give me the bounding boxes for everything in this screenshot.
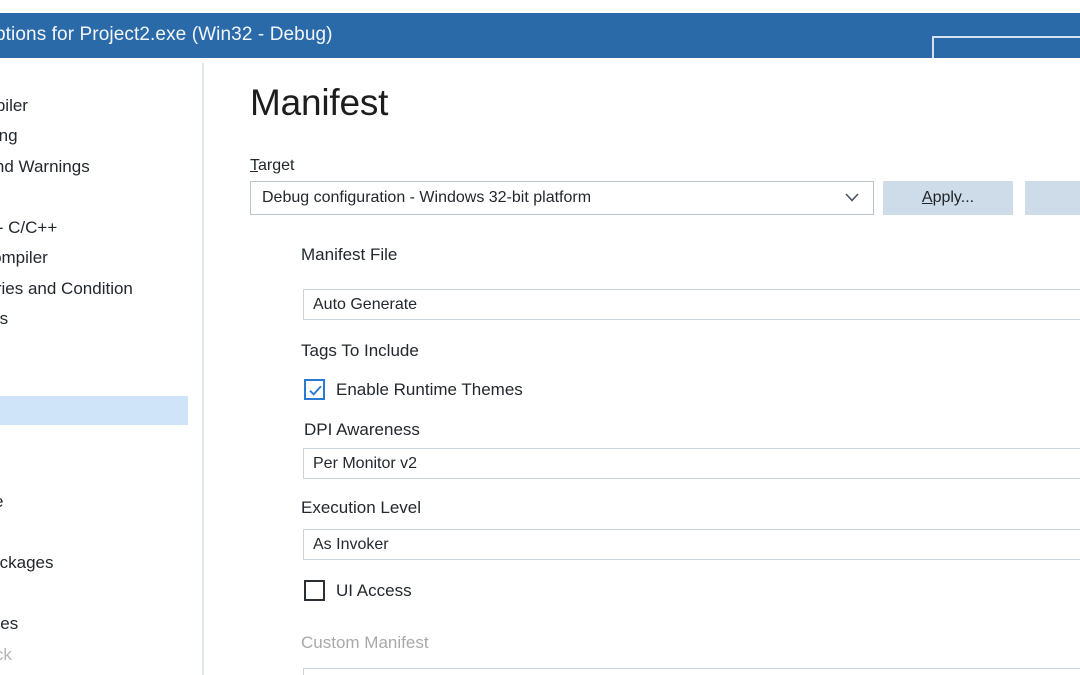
- sidebar-item-3[interactable]: Hints and Warnings: [0, 152, 188, 181]
- sidebar-item-1[interactable]: hi Compiler: [0, 91, 188, 120]
- sidebar-item-label: d Events: [0, 309, 9, 328]
- checkbox-unchecked-icon[interactable]: [304, 580, 325, 601]
- target-label-accel: T: [250, 157, 258, 174]
- window-title: ptions for Project2.exe (Win32 - Debug): [0, 24, 333, 45]
- custom-manifest-group-head: Custom Manifest: [301, 632, 1080, 654]
- target-label-post: arget: [258, 157, 295, 174]
- sidebar-item-8[interactable]: d Events: [0, 304, 188, 333]
- sidebar-item-label: Output - C/C++: [0, 218, 58, 237]
- manifest-file-input[interactable]: Auto Generate: [303, 289, 1080, 320]
- sidebar-item-0[interactable]: g: [0, 61, 188, 90]
- project-options-window: ptions for Project2.exe (Win32 - Debug) …: [0, 0, 1080, 675]
- execution-level-input[interactable]: As Invoker: [303, 529, 1080, 560]
- sidebar-item-6[interactable]: urce Compiler: [0, 243, 188, 272]
- title-bar: ptions for Project2.exe (Win32 - Debug): [0, 13, 1080, 58]
- ui-access-label: UI Access: [336, 581, 412, 600]
- sidebar-item-12[interactable]: s: [0, 426, 188, 455]
- execution-level-value: As Invoker: [313, 536, 389, 553]
- sidebar-item-label: Hints and Warnings: [0, 157, 90, 176]
- manifest-file-group-title: Manifest File: [301, 244, 407, 266]
- tags-to-include-group-head: Tags To Include: [301, 340, 1080, 362]
- apply-label-post: pply...: [932, 189, 975, 206]
- sidebar-item-5[interactable]: Output - C/C++: [0, 213, 188, 242]
- target-combobox-value: Debug configuration - Windows 32-bit pla…: [262, 189, 592, 206]
- options-tree[interactable]: g hi Compiler Compiling Hints and Warnin…: [0, 59, 202, 675]
- target-combobox[interactable]: Debug configuration - Windows 32-bit pla…: [250, 181, 874, 215]
- tags-to-include-title: Tags To Include: [301, 340, 428, 362]
- chevron-down-icon[interactable]: [845, 193, 859, 202]
- apply-button[interactable]: Apply...: [883, 181, 1013, 215]
- checkbox-checked-icon[interactable]: [304, 379, 325, 400]
- sidebar-item-label: urce Compiler: [0, 248, 48, 267]
- manifest-file-group: Manifest File: [301, 244, 1080, 266]
- execution-level-group: Execution Level: [301, 497, 1080, 519]
- sidebar-item-19[interactable]: ent Block: [0, 640, 188, 669]
- enable-runtime-themes-label: Enable Runtime Themes: [336, 380, 523, 399]
- custom-manifest-title: Custom Manifest: [301, 632, 438, 654]
- sidebar-item-14[interactable]: earance: [0, 487, 188, 516]
- sidebar-item-4[interactable]: Linking: [0, 182, 188, 211]
- sidebar-item-13[interactable]: on Info: [0, 457, 188, 486]
- sidebar-item-label: Directories and Condition: [0, 279, 133, 298]
- sidebar-item-10[interactable]: ns: [0, 365, 188, 394]
- dpi-awareness-title: DPI Awareness: [304, 420, 420, 439]
- page-title: Manifest: [250, 82, 389, 123]
- sidebar-item-label: hi Compiler: [0, 96, 28, 115]
- execution-level-title: Execution Level: [301, 497, 431, 519]
- sidebar-item-15[interactable]: es: [0, 518, 188, 547]
- dpi-awareness-input[interactable]: Per Monitor v2: [303, 448, 1080, 479]
- manifest-page: Manifest Target Debug configuration - Wi…: [204, 59, 1080, 675]
- sidebar-item-9[interactable]: tion: [0, 335, 188, 364]
- manifest-file-value: Auto Generate: [313, 296, 418, 313]
- target-label: Target: [250, 157, 294, 175]
- sidebar-item-7[interactable]: Directories and Condition: [0, 274, 188, 303]
- sidebar-item-18[interactable]: bol Tables: [0, 609, 188, 638]
- manifest-file-group-head: Manifest File: [301, 244, 1080, 266]
- search-input[interactable]: [932, 36, 1080, 58]
- sidebar-item-label: bol Tables: [0, 614, 19, 633]
- custom-manifest-group: Custom Manifest: [301, 632, 1080, 654]
- sidebar-item-label: earance: [0, 487, 3, 516]
- apply-label-accel: A: [921, 189, 933, 206]
- sidebar-item-2[interactable]: Compiling: [0, 121, 188, 150]
- sidebar-item-label: Compiling: [0, 126, 18, 145]
- execution-level-group-head: Execution Level: [301, 497, 1080, 519]
- save-button[interactable]: Sa: [1025, 181, 1080, 215]
- custom-manifest-input[interactable]: [303, 668, 1080, 675]
- sidebar-item-17[interactable]: er: [0, 579, 188, 608]
- sidebar-item-manifest[interactable]: ifest: [0, 396, 188, 425]
- tags-to-include-group: Tags To Include: [301, 340, 1080, 362]
- dpi-awareness-value: Per Monitor v2: [313, 455, 418, 472]
- sidebar-item-label: time Packages: [0, 553, 54, 572]
- sidebar-item-16[interactable]: time Packages: [0, 548, 188, 577]
- group-rule: [301, 255, 1080, 256]
- sidebar-item-label: ent Block: [0, 645, 12, 664]
